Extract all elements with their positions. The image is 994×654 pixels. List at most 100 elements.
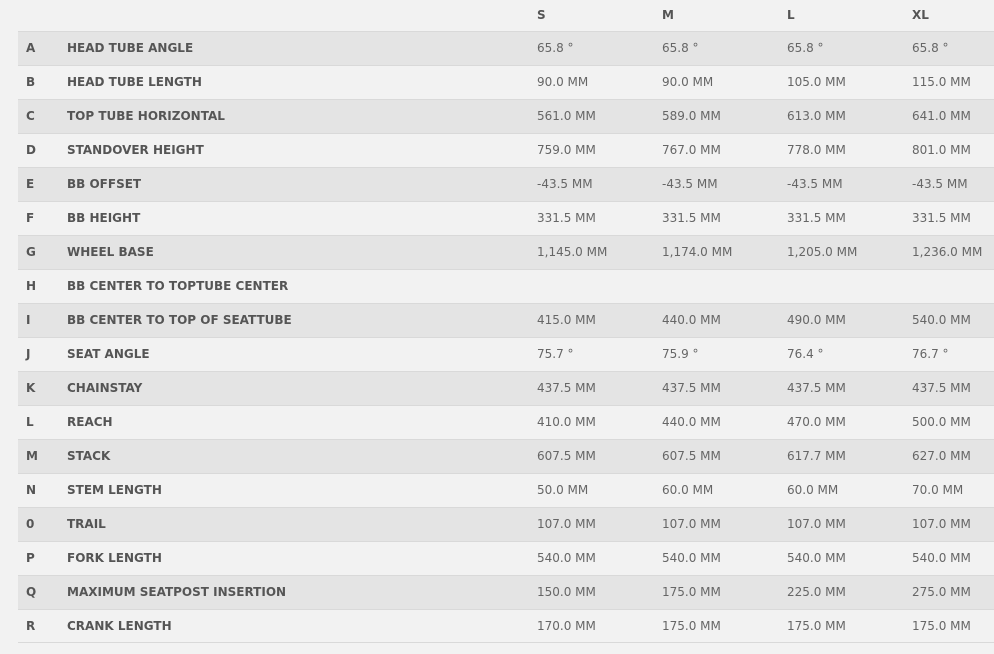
table-row: B HEAD TUBE LENGTH 90.0 MM 90.0 MM 105.0 MM 1… bbox=[18, 65, 994, 99]
row-code: 0 bbox=[26, 517, 35, 531]
row-value-l: 175.0 MM bbox=[787, 619, 846, 633]
table-body: A HEAD TUBE ANGLE 65.8 ° 65.8 ° 65.8 ° 65.8 °… bbox=[18, 31, 994, 643]
row-code: R bbox=[26, 619, 36, 633]
table-row: D STANDOVER HEIGHT 759.0 MM 767.0 MM 778.0 M… bbox=[18, 133, 994, 167]
row-value-l: 437.5 MM bbox=[787, 381, 846, 395]
row-value-s: 331.5 MM bbox=[537, 211, 596, 225]
row-label: WHEEL BASE bbox=[67, 245, 154, 259]
row-value-l: 490.0 MM bbox=[787, 313, 846, 327]
row-label: FORK LENGTH bbox=[67, 551, 162, 565]
table-row: J SEAT ANGLE 75.7 ° 75.9 ° 76.4 ° 76.7 ° bbox=[18, 337, 994, 371]
column-header-m: M bbox=[662, 8, 674, 22]
row-code: E bbox=[26, 177, 35, 191]
row-value-xl: 540.0 MM bbox=[912, 551, 971, 565]
row-label: MAXIMUM SEATPOST INSERTION bbox=[67, 585, 287, 599]
row-value-xl: 500.0 MM bbox=[912, 415, 971, 429]
row-value-l: 331.5 MM bbox=[787, 211, 846, 225]
row-value-xl: -43.5 MM bbox=[912, 177, 968, 191]
row-value-xl: 275.0 MM bbox=[912, 585, 971, 599]
row-value-xl: 70.0 MM bbox=[912, 483, 964, 497]
row-value-xl: 1,236.0 MM bbox=[912, 245, 983, 259]
row-value-xl: 331.5 MM bbox=[912, 211, 971, 225]
row-label: STEM LENGTH bbox=[67, 483, 162, 497]
row-value-l: 60.0 MM bbox=[787, 483, 839, 497]
row-value-xl: 76.7 ° bbox=[912, 347, 949, 361]
row-value-s: 540.0 MM bbox=[537, 551, 596, 565]
row-label: BB HEIGHT bbox=[67, 211, 141, 225]
table-header: S M L XL bbox=[18, 0, 994, 31]
row-value-l: 778.0 MM bbox=[787, 143, 846, 157]
row-code: K bbox=[26, 381, 36, 395]
row-value-s: 1,145.0 MM bbox=[537, 245, 608, 259]
row-value-s: 75.7 ° bbox=[537, 347, 574, 361]
row-value-s: 410.0 MM bbox=[537, 415, 596, 429]
table-row: M STACK 607.5 MM 607.5 MM 617.7 MM 627.0 MM bbox=[18, 439, 994, 473]
table-row: A HEAD TUBE ANGLE 65.8 ° 65.8 ° 65.8 ° 65.8 ° bbox=[18, 31, 994, 65]
row-value-l: 107.0 MM bbox=[787, 517, 846, 531]
row-code: F bbox=[26, 211, 35, 225]
row-value-m: 540.0 MM bbox=[662, 551, 721, 565]
row-label: TRAIL bbox=[67, 517, 106, 531]
table-row: I BB CENTER TO TOP OF SEATTUBE 415.0 MM 440… bbox=[18, 303, 994, 337]
row-value-l: 1,205.0 MM bbox=[787, 245, 858, 259]
row-code: B bbox=[26, 75, 36, 89]
row-code: G bbox=[26, 245, 36, 259]
row-value-s: 561.0 MM bbox=[537, 109, 596, 123]
row-value-m: 175.0 MM bbox=[662, 585, 721, 599]
row-value-m: 75.9 ° bbox=[662, 347, 699, 361]
row-value-m: 1,174.0 MM bbox=[662, 245, 733, 259]
table-row: G WHEEL BASE 1,145.0 MM 1,174.0 MM 1,205.0 M… bbox=[18, 235, 994, 269]
row-label: CHAINSTAY bbox=[67, 381, 143, 395]
row-code: J bbox=[26, 347, 31, 361]
row-value-l: 540.0 MM bbox=[787, 551, 846, 565]
column-header-l: L bbox=[787, 8, 795, 22]
row-label: HEAD TUBE LENGTH bbox=[67, 75, 202, 89]
row-label: BB CENTER TO TOP OF SEATTUBE bbox=[67, 313, 292, 327]
row-value-xl: 540.0 MM bbox=[912, 313, 971, 327]
table-row: F BB HEIGHT 331.5 MM 331.5 MM 331.5 MM 331.5 … bbox=[18, 201, 994, 235]
row-value-xl: 641.0 MM bbox=[912, 109, 971, 123]
row-value-l: 65.8 ° bbox=[787, 41, 824, 55]
geometry-table: S M L XL A HEAD TUBE ANGLE 65.8 ° 65.8 ° 65.… bbox=[18, 0, 994, 643]
row-value-s: 759.0 MM bbox=[537, 143, 596, 157]
row-code: C bbox=[26, 109, 35, 123]
row-code: Q bbox=[26, 585, 37, 599]
row-value-xl: 175.0 MM bbox=[912, 619, 971, 633]
row-value-xl: 107.0 MM bbox=[912, 517, 971, 531]
row-value-l: 613.0 MM bbox=[787, 109, 846, 123]
row-value-xl: 65.8 ° bbox=[912, 41, 949, 55]
column-header-s: S bbox=[537, 8, 546, 22]
row-value-l: 225.0 MM bbox=[787, 585, 846, 599]
table-row: 0 TRAIL 107.0 MM 107.0 MM 107.0 MM 107.0 MM bbox=[18, 507, 994, 541]
table-row: H BB CENTER TO TOPTUBE CENTER bbox=[18, 269, 994, 303]
row-value-m: 107.0 MM bbox=[662, 517, 721, 531]
row-value-s: 65.8 ° bbox=[537, 41, 574, 55]
row-value-s: 50.0 MM bbox=[537, 483, 589, 497]
row-value-m: 90.0 MM bbox=[662, 75, 714, 89]
row-label: CRANK LENGTH bbox=[67, 619, 172, 633]
row-value-l: -43.5 MM bbox=[787, 177, 843, 191]
row-value-l: 76.4 ° bbox=[787, 347, 824, 361]
row-value-s: 415.0 MM bbox=[537, 313, 596, 327]
table-row: N STEM LENGTH 50.0 MM 60.0 MM 60.0 MM 70.0 MM bbox=[18, 473, 994, 507]
row-value-xl: 801.0 MM bbox=[912, 143, 971, 157]
row-value-m: -43.5 MM bbox=[662, 177, 718, 191]
row-code: I bbox=[26, 313, 31, 327]
row-value-s: 107.0 MM bbox=[537, 517, 596, 531]
row-label: STACK bbox=[67, 449, 111, 463]
column-header-xl: XL bbox=[912, 8, 929, 22]
row-value-l: 105.0 MM bbox=[787, 75, 846, 89]
row-code: D bbox=[26, 143, 36, 157]
row-value-m: 331.5 MM bbox=[662, 211, 721, 225]
row-label: TOP TUBE HORIZONTAL bbox=[67, 109, 225, 123]
row-code: H bbox=[26, 279, 37, 293]
row-code: N bbox=[26, 483, 37, 497]
row-value-m: 767.0 MM bbox=[662, 143, 721, 157]
row-value-l: 617.7 MM bbox=[787, 449, 846, 463]
row-label: BB OFFSET bbox=[67, 177, 142, 191]
row-value-s: 170.0 MM bbox=[537, 619, 596, 633]
row-value-m: 437.5 MM bbox=[662, 381, 721, 395]
table-row: Q MAXIMUM SEATPOST INSERTION 150.0 MM 175.0… bbox=[18, 575, 994, 609]
table-row: P FORK LENGTH 540.0 MM 540.0 MM 540.0 MM 540.… bbox=[18, 541, 994, 575]
row-value-xl: 437.5 MM bbox=[912, 381, 971, 395]
